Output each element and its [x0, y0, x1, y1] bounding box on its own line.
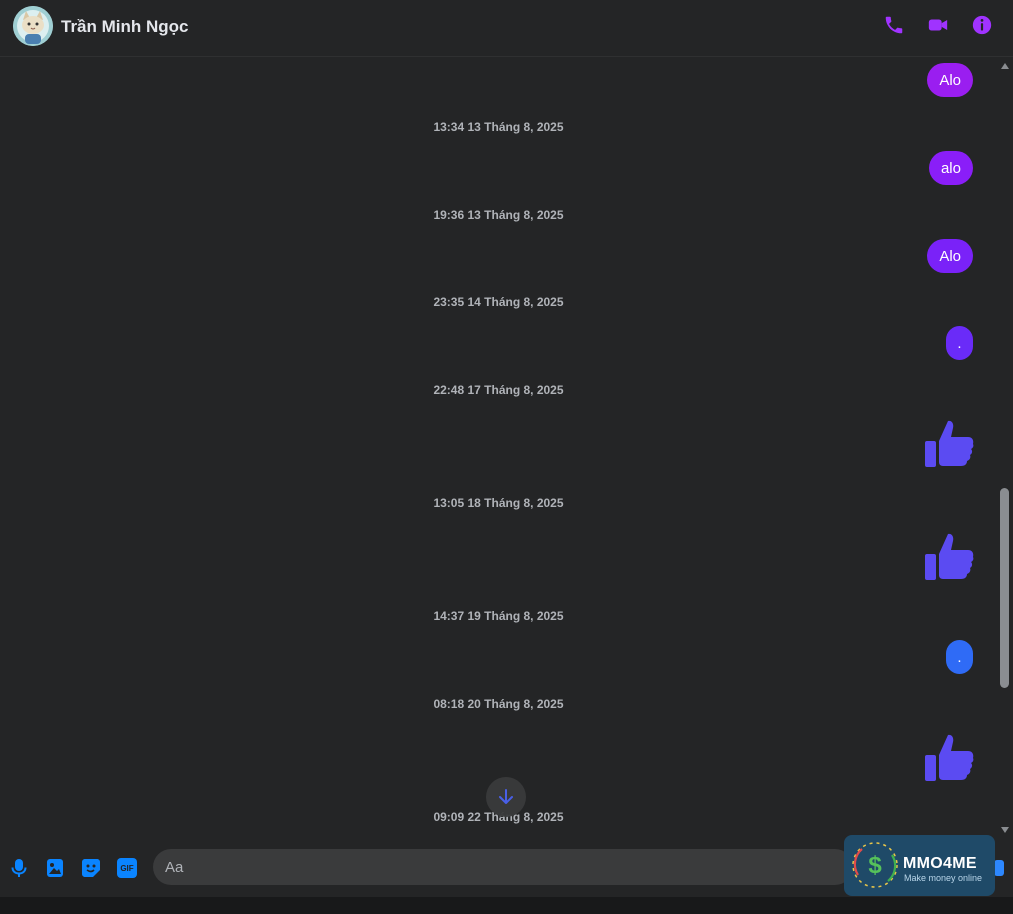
message-input[interactable] [153, 849, 853, 885]
watermark-subtitle: Make money online [904, 873, 983, 883]
message-bubble[interactable]: Alo [927, 63, 973, 97]
scroll-down-arrow-icon[interactable] [1000, 825, 1010, 835]
thumbs-up-icon[interactable] [923, 731, 975, 783]
thumbs-up-icon[interactable] [923, 417, 975, 469]
arrow-down-icon [499, 789, 513, 804]
video-camera-icon[interactable] [927, 14, 949, 36]
header-actions [883, 14, 993, 36]
watermark-title: MMO4ME [903, 855, 977, 872]
phone-icon[interactable] [883, 14, 905, 36]
message-bubble[interactable]: Alo [927, 239, 973, 273]
image-icon[interactable] [45, 858, 65, 878]
cat-avatar-icon[interactable] [13, 6, 53, 46]
message-timestamp: 13:05 18 Tháng 8, 2025 [433, 496, 564, 510]
message-timestamp: 23:35 14 Tháng 8, 2025 [433, 295, 564, 309]
message-timestamp: 13:34 13 Tháng 8, 2025 [433, 120, 564, 134]
contact-name[interactable]: Trần Minh Ngọc [61, 17, 189, 37]
thumbs-up-icon[interactable] [923, 530, 975, 582]
gif-icon[interactable]: GIF [117, 858, 137, 878]
chat-header: Trần Minh Ngọc [0, 0, 1013, 57]
scrollbar[interactable] [997, 57, 1013, 839]
message-timestamp: 14:37 19 Tháng 8, 2025 [433, 609, 564, 623]
microphone-icon[interactable] [9, 858, 29, 878]
message-timestamp: 22:48 17 Tháng 8, 2025 [433, 383, 564, 397]
scroll-up-arrow-icon[interactable] [1000, 61, 1010, 71]
bottom-bar [0, 897, 1013, 914]
info-icon[interactable] [971, 14, 993, 36]
scrollbar-thumb[interactable] [1000, 488, 1009, 688]
message-bubble[interactable]: alo [928, 151, 973, 185]
gif-label: GIF [120, 863, 134, 873]
svg-text:$: $ [868, 852, 882, 879]
like-send-button[interactable] [994, 860, 1004, 876]
message-bubble[interactable]: . [946, 326, 973, 360]
message-timestamp: 19:36 13 Tháng 8, 2025 [433, 208, 564, 222]
scroll-to-bottom-button[interactable] [486, 777, 526, 817]
mmo4me-logo-icon: $ [852, 842, 898, 888]
sticker-icon[interactable] [81, 858, 101, 878]
mmo4me-watermark: $ MMO4ME Make money online [844, 835, 995, 896]
message-timestamp: 08:18 20 Tháng 8, 2025 [433, 697, 564, 711]
message-bubble[interactable]: . [946, 640, 973, 674]
message-list[interactable]: Alo 13:34 13 Tháng 8, 2025 alo 19:36 13 … [0, 57, 997, 839]
